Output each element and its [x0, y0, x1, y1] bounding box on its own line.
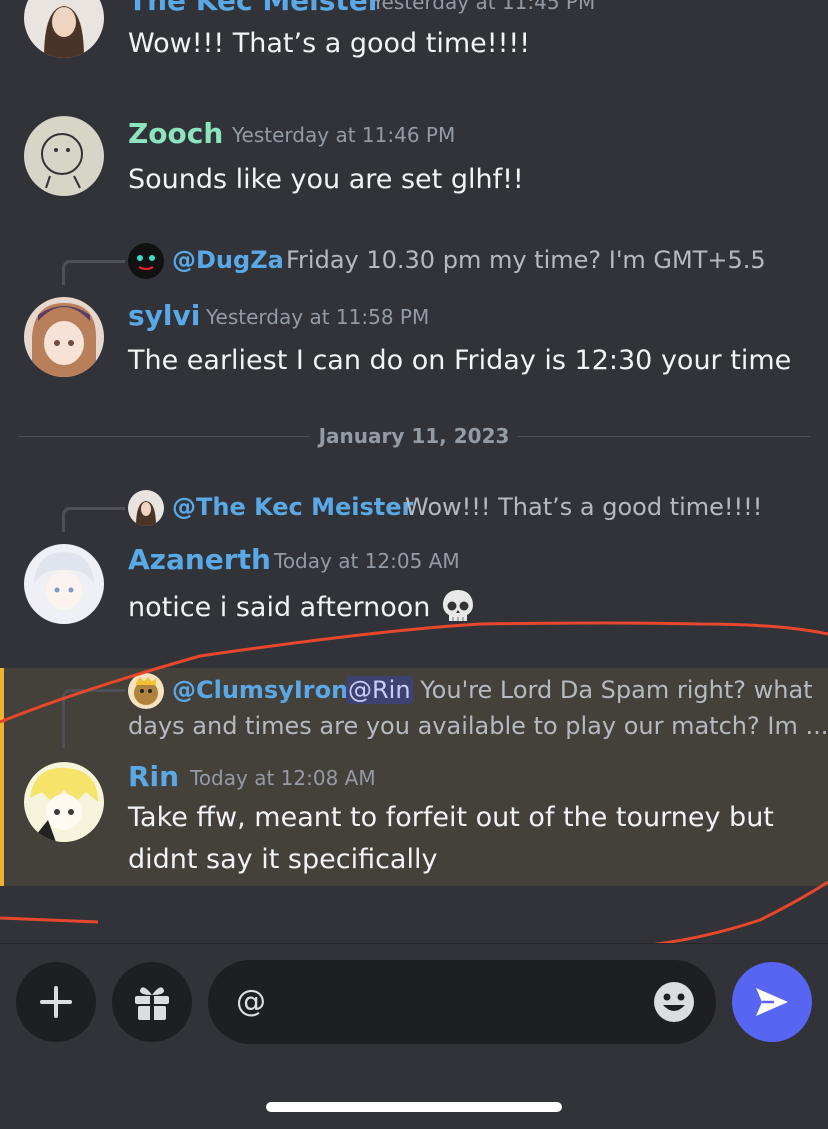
send-button[interactable]: [732, 962, 812, 1042]
plus-icon: [40, 986, 72, 1018]
send-icon: [756, 988, 788, 1016]
emoji-icon[interactable]: [652, 980, 696, 1024]
home-indicator[interactable]: [266, 1102, 562, 1112]
gift-button[interactable]: [112, 962, 192, 1042]
gift-icon: [135, 987, 169, 1020]
add-attachment-button[interactable]: [16, 962, 96, 1042]
message-input-value[interactable]: @: [236, 984, 266, 1019]
message-input[interactable]: [208, 960, 716, 1044]
